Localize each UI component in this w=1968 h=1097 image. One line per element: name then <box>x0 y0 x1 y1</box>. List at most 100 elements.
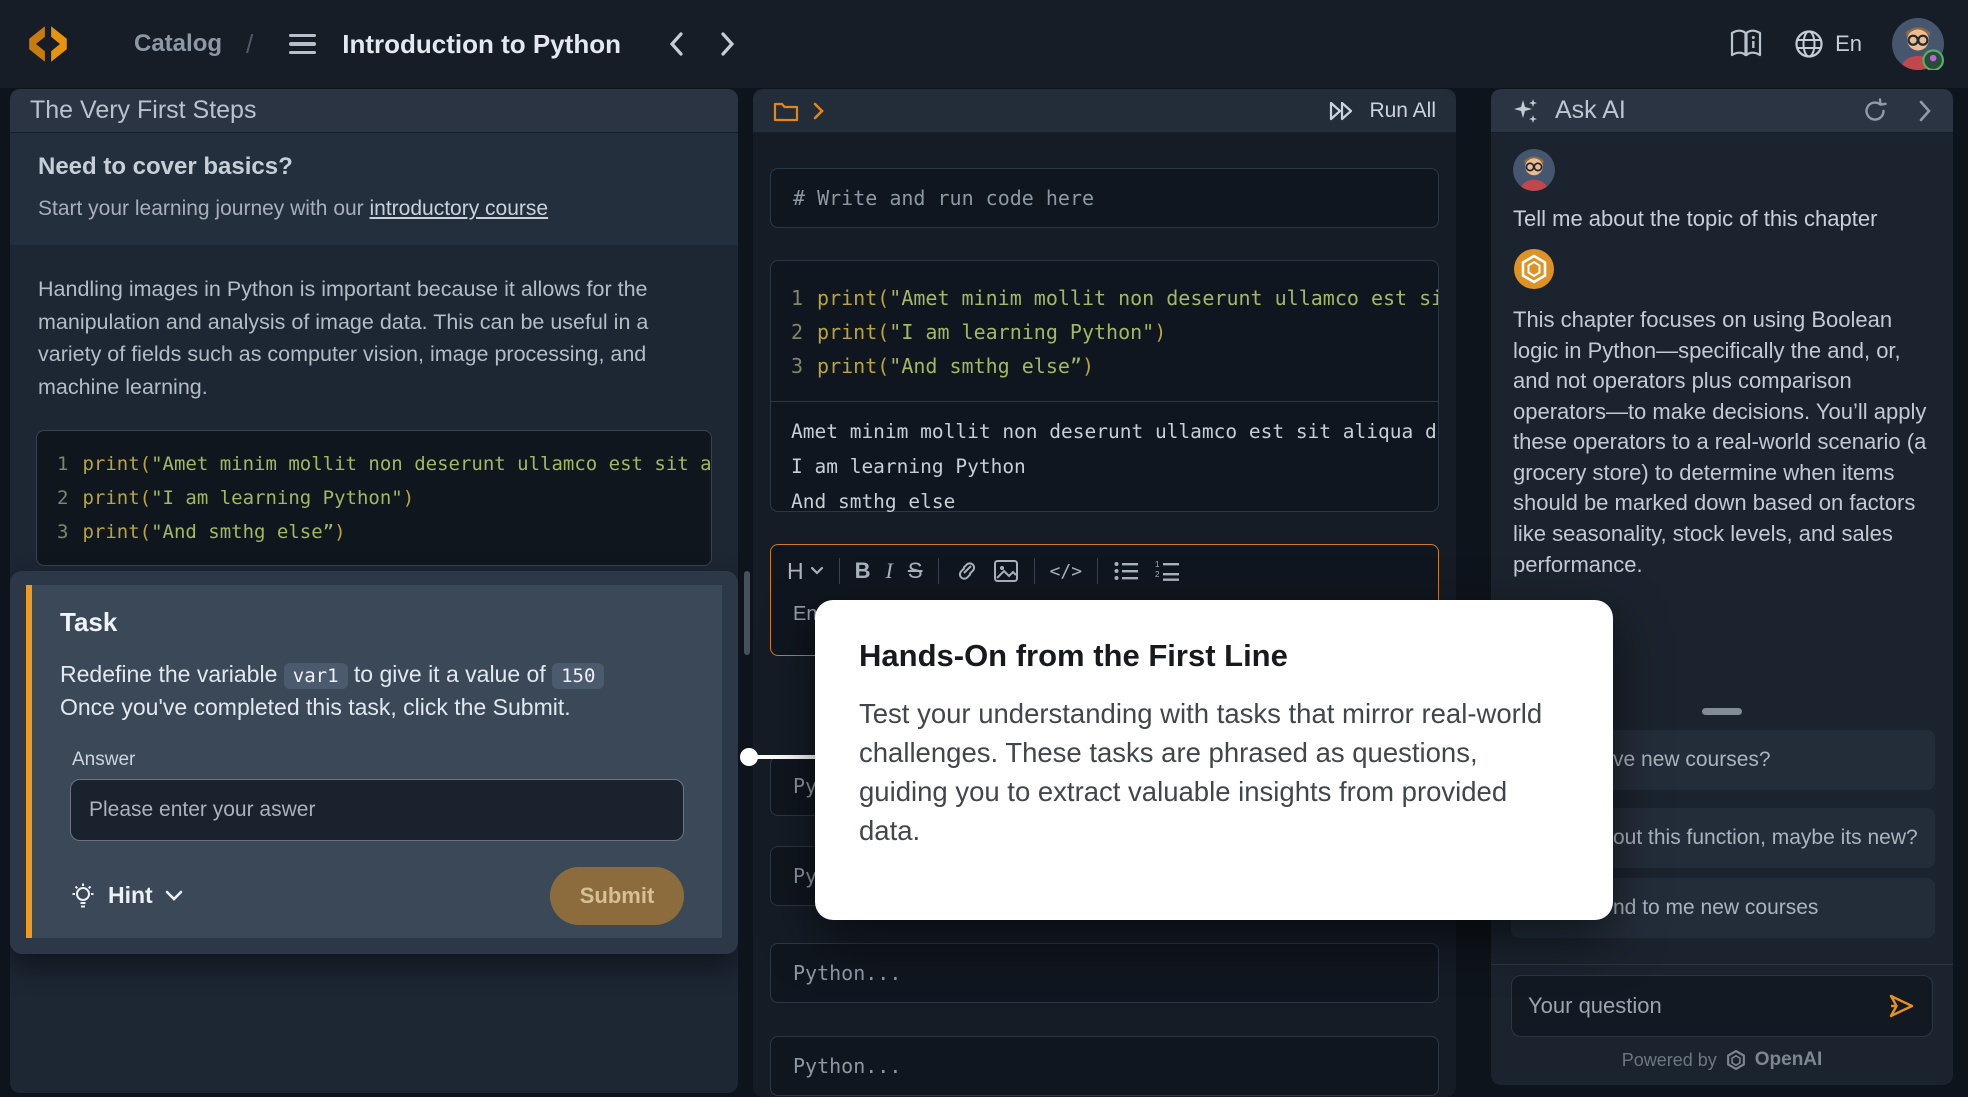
italic-button[interactable]: I <box>886 558 893 584</box>
svg-text:2: 2 <box>1155 570 1160 579</box>
theory-panel: The Very First Steps Need to cover basic… <box>10 89 738 1093</box>
output-line: I am learning Python <box>791 449 1418 484</box>
variable-code-chip: var1 <box>284 663 348 689</box>
bullet-list-icon <box>1113 560 1139 582</box>
openai-logo-icon <box>1725 1049 1747 1071</box>
code-format-button[interactable]: </> <box>1050 561 1083 582</box>
cell-divider <box>771 401 1438 402</box>
openai-label: OpenAI <box>1755 1049 1823 1071</box>
user-message-avatar <box>1513 149 1555 191</box>
tooltip-connector-dot <box>740 748 758 766</box>
language-label: En <box>1835 31 1862 57</box>
intro-card-title: Need to cover basics? <box>38 153 710 181</box>
next-chapter-icon[interactable] <box>717 30 737 58</box>
bullet-list-button[interactable] <box>1113 560 1139 582</box>
user-message: Tell me about the topic of this chapter <box>1513 206 1931 232</box>
numbered-list-icon: 1 2 <box>1154 560 1180 582</box>
run-all-button[interactable]: Run All <box>1327 99 1436 123</box>
code-line: 2print("I am learning Python") <box>57 481 691 515</box>
code-playground-panel: Run All # Write and run code here 1print… <box>753 89 1456 1097</box>
numbered-list-button[interactable]: 1 2 <box>1154 560 1180 582</box>
link-button[interactable] <box>954 559 978 583</box>
intro-course-card: Need to cover basics? Start your learnin… <box>10 133 738 245</box>
user-avatar[interactable] <box>1892 18 1944 70</box>
menu-icon[interactable] <box>289 34 316 54</box>
openai-avatar-icon <box>1513 248 1555 290</box>
introductory-course-link[interactable]: introductory course <box>370 197 549 220</box>
guide-book-icon[interactable] <box>1729 29 1763 59</box>
task-title: Task <box>60 607 694 638</box>
reset-chat-icon[interactable] <box>1861 97 1889 125</box>
task-description: Redefine the variable var1 to give it a … <box>60 658 694 725</box>
lesson-paragraph: Handling images in Python is important b… <box>10 245 738 404</box>
strikethrough-button[interactable]: S <box>908 558 923 584</box>
send-icon[interactable] <box>1886 993 1916 1019</box>
output-line: And smthg else <box>791 484 1418 519</box>
ask-ai-panel: Ask AI Tell me about the <box>1491 89 1953 1085</box>
code-line: 2print("I am learning Python") <box>791 315 1418 349</box>
scrollbar-thumb[interactable] <box>744 571 750 655</box>
run-all-icon <box>1327 99 1357 123</box>
code-line: 3print("And smthg else”) <box>791 349 1418 383</box>
sparkles-icon <box>1511 96 1541 126</box>
task-card: Task Redefine the variable var1 to give … <box>26 585 722 938</box>
ask-ai-title: Ask AI <box>1555 96 1626 125</box>
code-cell-output: Amet minim mollit non deserunt ullamco e… <box>771 410 1438 523</box>
python-cell[interactable]: Python... <box>770 943 1439 1003</box>
chat-history: Tell me about the topic of this chapter … <box>1491 133 1953 580</box>
link-icon <box>954 559 978 583</box>
ask-ai-footer: Powered by OpenAI <box>1491 964 1953 1085</box>
prev-chapter-icon[interactable] <box>667 30 687 58</box>
suggestions-drag-handle[interactable] <box>1702 708 1742 715</box>
app-logo-icon[interactable] <box>24 23 72 65</box>
collapse-panel-icon[interactable] <box>1917 99 1933 123</box>
playground-header: Run All <box>753 89 1456 133</box>
code-cell[interactable]: 1print("Amet minim mollit non deserunt u… <box>770 260 1439 512</box>
ask-ai-header: Ask AI <box>1491 89 1953 133</box>
python-cell[interactable]: Python... <box>770 1036 1439 1096</box>
bold-button[interactable]: B <box>855 558 871 584</box>
task-text-part: Redefine the variable <box>60 661 284 687</box>
tooltip-body: Test your understanding with tasks that … <box>859 694 1569 850</box>
chapter-title: The Very First Steps <box>30 96 256 125</box>
code-line: 1print("Amet minim mollit non deserunt u… <box>791 281 1418 315</box>
tooltip-connector-line <box>749 755 817 759</box>
intro-card-text: Start your learning journey with our <box>38 197 370 220</box>
powered-by-label: Powered by <box>1622 1050 1717 1071</box>
language-selector[interactable]: En <box>1793 28 1862 60</box>
onboarding-tooltip: Hands-On from the First Line Test your u… <box>815 600 1613 920</box>
course-title: Introduction to Python <box>342 29 621 60</box>
code-line: 3print("And smthg else”) <box>57 515 691 549</box>
output-line: Amet minim mollit non deserunt ullamco e… <box>791 414 1418 449</box>
hint-label: Hint <box>108 882 153 909</box>
breadcrumb-chevron-icon <box>811 101 825 121</box>
question-input[interactable] <box>1528 993 1886 1019</box>
answer-input[interactable] <box>70 779 684 841</box>
breadcrumb-catalog[interactable]: Catalog <box>134 30 222 58</box>
svg-text:1: 1 <box>1155 560 1160 569</box>
bulb-icon <box>70 882 96 910</box>
answer-label: Answer <box>72 749 694 771</box>
submit-button[interactable]: Submit <box>550 867 684 925</box>
heading-button[interactable]: H <box>787 558 824 585</box>
tooltip-title: Hands-On from the First Line <box>859 638 1569 674</box>
folder-icon[interactable] <box>773 100 799 122</box>
image-button[interactable] <box>993 559 1019 583</box>
globe-icon <box>1793 28 1825 60</box>
theory-panel-header: The Very First Steps <box>10 89 738 133</box>
code-cell-source: 1print("Amet minim mollit non deserunt u… <box>771 273 1438 391</box>
editor-toolbar: H B I S <box>771 545 1438 597</box>
question-box <box>1511 975 1933 1037</box>
scratch-code-cell[interactable]: # Write and run code here <box>770 168 1439 228</box>
breadcrumb-separator: / <box>246 29 253 60</box>
chevron-down-icon <box>810 566 824 576</box>
chevron-down-icon <box>165 890 183 902</box>
run-all-label: Run All <box>1369 99 1436 123</box>
image-icon <box>993 559 1019 583</box>
powered-by: Powered by OpenAI <box>1491 1049 1953 1071</box>
task-text-part: to give it a value of <box>348 661 553 687</box>
task-container: Task Redefine the variable var1 to give … <box>10 571 738 954</box>
hint-button[interactable]: Hint <box>70 882 183 910</box>
code-line: 1print("Amet minim mollit non deserunt u… <box>57 447 691 481</box>
top-bar: Catalog / Introduction to Python En <box>0 0 1968 88</box>
